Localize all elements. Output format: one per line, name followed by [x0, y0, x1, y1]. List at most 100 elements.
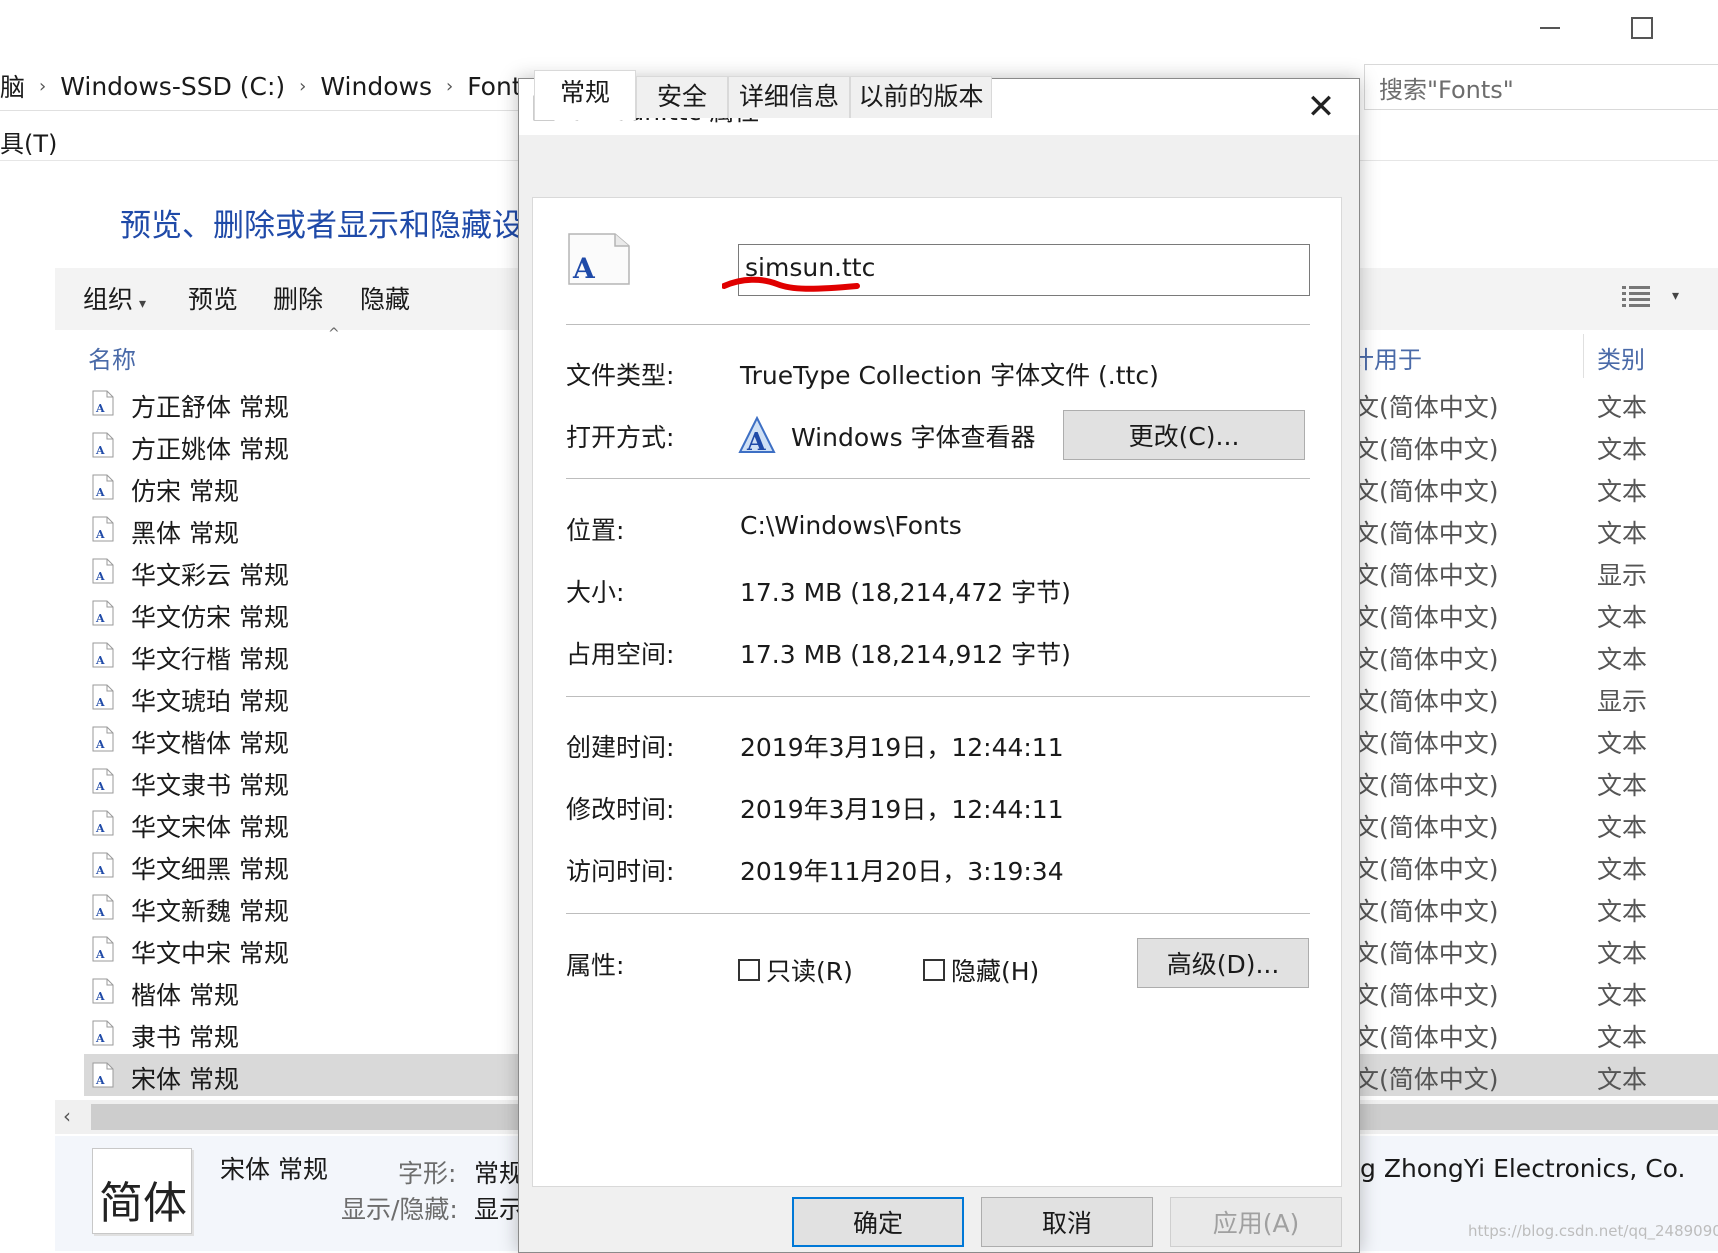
- search-input[interactable]: 搜索"Fonts": [1364, 64, 1718, 110]
- svg-text:A: A: [95, 990, 105, 1003]
- font-designed-for: 文(简体中文): [1354, 729, 1499, 758]
- font-name: 方正姚体 常规: [131, 435, 289, 464]
- readonly-checkbox[interactable]: 只读(R): [738, 952, 853, 988]
- readonly-label: 只读(R): [766, 957, 853, 986]
- details-view-icon[interactable]: [1622, 284, 1650, 308]
- chevron-right-icon[interactable]: ›: [299, 76, 306, 97]
- minimize-button[interactable]: [1520, 8, 1580, 48]
- delete-button[interactable]: 删除: [273, 280, 323, 316]
- font-file-icon: A: [92, 726, 114, 752]
- apply-button[interactable]: 应用(A): [1170, 1197, 1342, 1247]
- font-designed-for: 文(简体中文): [1354, 813, 1499, 842]
- breadcrumb: 脑 › Windows-SSD (C:) › Windows › Fonts: [0, 66, 535, 106]
- font-category: 显示: [1597, 687, 1648, 716]
- divider: [566, 696, 1310, 697]
- font-designed-for: 文(简体中文): [1354, 771, 1499, 800]
- font-category: 文本: [1597, 813, 1648, 842]
- font-name: 华文楷体 常规: [131, 729, 289, 758]
- font-designed-for: 文(简体中文): [1354, 1065, 1499, 1094]
- font-name: 华文琥珀 常规: [131, 687, 289, 716]
- checkbox-unchecked-icon: [923, 959, 945, 981]
- file-type-value: TrueType Collection 字体文件 (.ttc): [740, 361, 1159, 390]
- page-title: 预览、删除或者显示和隐藏设: [120, 208, 523, 244]
- search-placeholder: 搜索"Fonts": [1379, 75, 1514, 104]
- chevron-right-icon[interactable]: ›: [39, 76, 46, 97]
- font-designed-for: 文(简体中文): [1354, 477, 1499, 506]
- modified-label: 修改时间:: [566, 795, 675, 824]
- column-header-category[interactable]: 类别: [1597, 340, 1645, 375]
- column-header-designed-for[interactable]: 计用于: [1350, 340, 1422, 375]
- font-file-icon: A: [92, 978, 114, 1004]
- hide-button[interactable]: 隐藏: [360, 280, 410, 316]
- font-file-large-icon: A: [568, 233, 630, 285]
- font-category: 文本: [1597, 1065, 1648, 1094]
- font-category: 文本: [1597, 981, 1648, 1010]
- column-divider[interactable]: [1583, 334, 1584, 378]
- tab-security[interactable]: 安全: [636, 76, 728, 118]
- breadcrumb-item-windows[interactable]: Windows: [320, 72, 432, 101]
- breadcrumb-item-drive[interactable]: Windows-SSD (C:): [60, 72, 285, 101]
- minimize-icon: [1540, 27, 1560, 29]
- svg-text:A: A: [95, 906, 105, 919]
- preview-button[interactable]: 预览: [188, 280, 238, 316]
- hidden-label: 隐藏(H): [951, 957, 1040, 986]
- ok-button[interactable]: 确定: [792, 1197, 964, 1247]
- svg-text:A: A: [95, 948, 105, 961]
- svg-text:A: A: [746, 427, 766, 456]
- scroll-left-icon[interactable]: ‹: [63, 1104, 71, 1128]
- font-category: 文本: [1597, 855, 1648, 884]
- checkbox-unchecked-icon: [738, 959, 760, 981]
- font-category: 文本: [1597, 435, 1648, 464]
- font-category: 文本: [1597, 1023, 1648, 1052]
- divider: [566, 478, 1310, 479]
- tab-general[interactable]: 常规: [534, 70, 636, 120]
- font-designed-for: 文(简体中文): [1354, 1023, 1499, 1052]
- opens-with-label: 打开方式:: [566, 423, 675, 452]
- hidden-checkbox[interactable]: 隐藏(H): [923, 952, 1039, 988]
- font-category: 文本: [1597, 771, 1648, 800]
- breadcrumb-item-this-pc[interactable]: 脑: [0, 68, 25, 104]
- tab-previous-versions[interactable]: 以前的版本: [850, 76, 992, 118]
- chevron-right-icon[interactable]: ›: [446, 76, 453, 97]
- font-name: 华文新魏 常规: [131, 897, 289, 926]
- size-label: 大小:: [566, 578, 625, 607]
- font-designed-for: 文(简体中文): [1354, 435, 1499, 464]
- svg-text:A: A: [95, 402, 105, 415]
- size-on-disk-value: 17.3 MB (18,214,912 字节): [740, 640, 1071, 669]
- font-designed-for: 文(简体中文): [1354, 561, 1499, 590]
- font-category: 文本: [1597, 645, 1648, 674]
- font-name: 华文中宋 常规: [131, 939, 289, 968]
- maximize-button[interactable]: [1612, 8, 1672, 48]
- general-tab-panel: [532, 197, 1342, 1187]
- view-dropdown-icon[interactable]: ▾: [1672, 288, 1679, 304]
- font-category: 文本: [1597, 729, 1648, 758]
- created-value: 2019年3月19日，12:44:11: [740, 733, 1064, 762]
- svg-text:A: A: [95, 1032, 105, 1045]
- close-button[interactable]: ✕: [1297, 85, 1345, 129]
- menu-item-tools[interactable]: 具(T): [0, 124, 57, 159]
- tab-details[interactable]: 详细信息: [728, 76, 850, 118]
- opens-with-value: Windows 字体查看器: [791, 423, 1036, 452]
- details-style-value: 常规: [474, 1159, 525, 1188]
- accessed-label: 访问时间:: [566, 857, 675, 886]
- font-name: 仿宋 常规: [131, 477, 239, 506]
- organize-button[interactable]: 组织 ▾: [83, 280, 146, 316]
- font-designed-for: 文(简体中文): [1354, 687, 1499, 716]
- column-header-name[interactable]: 名称: [88, 340, 136, 375]
- font-viewer-app-icon: A: [738, 416, 776, 456]
- svg-text:A: A: [95, 738, 105, 751]
- svg-text:A: A: [95, 528, 105, 541]
- change-button[interactable]: 更改(C)...: [1063, 410, 1305, 460]
- font-category: 文本: [1597, 519, 1648, 548]
- font-designed-for: 文(简体中文): [1354, 855, 1499, 884]
- advanced-button[interactable]: 高级(D)...: [1137, 938, 1309, 988]
- font-file-icon: A: [92, 642, 114, 668]
- cancel-button[interactable]: 取消: [981, 1197, 1153, 1247]
- font-file-icon: A: [92, 474, 114, 500]
- divider: [566, 913, 1310, 914]
- location-label: 位置:: [566, 516, 625, 545]
- svg-text:A: A: [95, 486, 105, 499]
- divider: [566, 324, 1310, 325]
- font-category: 文本: [1597, 393, 1648, 422]
- size-on-disk-label: 占用空间:: [566, 640, 675, 669]
